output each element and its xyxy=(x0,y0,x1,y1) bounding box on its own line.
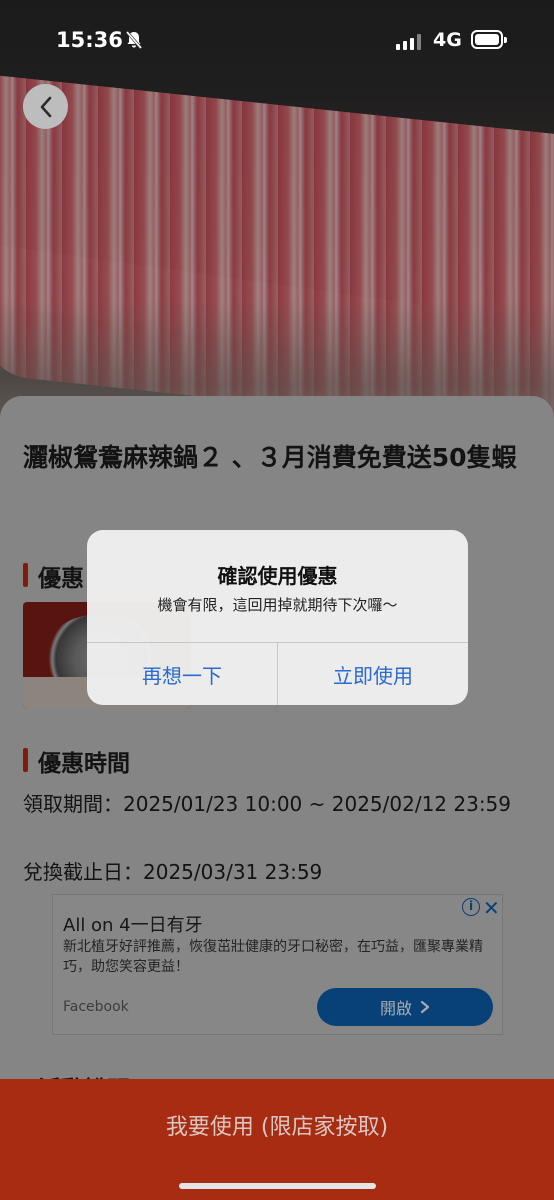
cancel-button[interactable]: 再想一下 xyxy=(87,643,277,705)
back-button[interactable] xyxy=(23,84,68,129)
confirm-button[interactable]: 立即使用 xyxy=(278,643,468,705)
status-time: 15:36 xyxy=(56,28,123,52)
status-bar: 15:36 4G xyxy=(0,0,554,80)
bell-slash-icon xyxy=(125,31,143,49)
network-type: 4G xyxy=(433,29,462,51)
chevron-left-icon xyxy=(40,96,51,117)
confirm-dialog: 確認使用優惠 機會有限，這回用掉就期待下次囉～ 再想一下 立即使用 xyxy=(87,530,468,705)
home-indicator[interactable] xyxy=(179,1183,376,1189)
dialog-message: 機會有限，這回用掉就期待下次囉～ xyxy=(157,596,398,614)
signal-icon xyxy=(396,34,421,50)
battery-icon xyxy=(471,30,507,49)
dialog-title: 確認使用優惠 xyxy=(217,564,338,588)
use-offer-label: 我要使用 (限店家按取) xyxy=(165,1115,389,1140)
